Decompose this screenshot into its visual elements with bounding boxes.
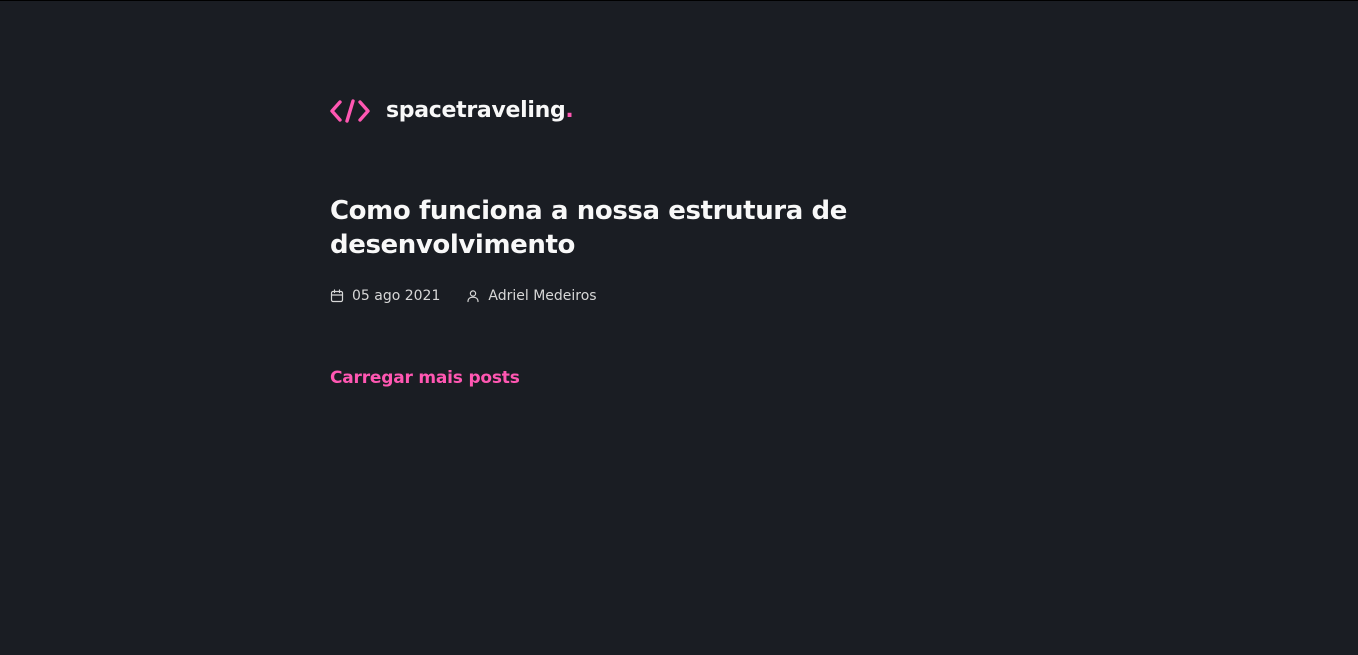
- post-title[interactable]: Como funciona a nossa estrutura de desen…: [330, 194, 850, 262]
- user-icon: [466, 289, 480, 303]
- post-author-text: Adriel Medeiros: [488, 288, 597, 304]
- post-date: 05 ago 2021: [330, 288, 440, 304]
- post-author: Adriel Medeiros: [466, 288, 597, 304]
- post-date-text: 05 ago 2021: [352, 288, 441, 304]
- load-more-button[interactable]: Carregar mais posts: [330, 366, 520, 390]
- brand-dot: .: [565, 98, 574, 123]
- post-meta: 05 ago 2021 Adriel Medeiros: [330, 286, 1050, 306]
- post-item[interactable]: Como funciona a nossa estrutura de desen…: [330, 194, 1050, 306]
- brand-name: spacetraveling: [386, 98, 566, 123]
- site-logo[interactable]: spacetraveling.: [330, 97, 574, 125]
- calendar-icon: [330, 289, 344, 303]
- code-brackets-icon: [330, 98, 370, 124]
